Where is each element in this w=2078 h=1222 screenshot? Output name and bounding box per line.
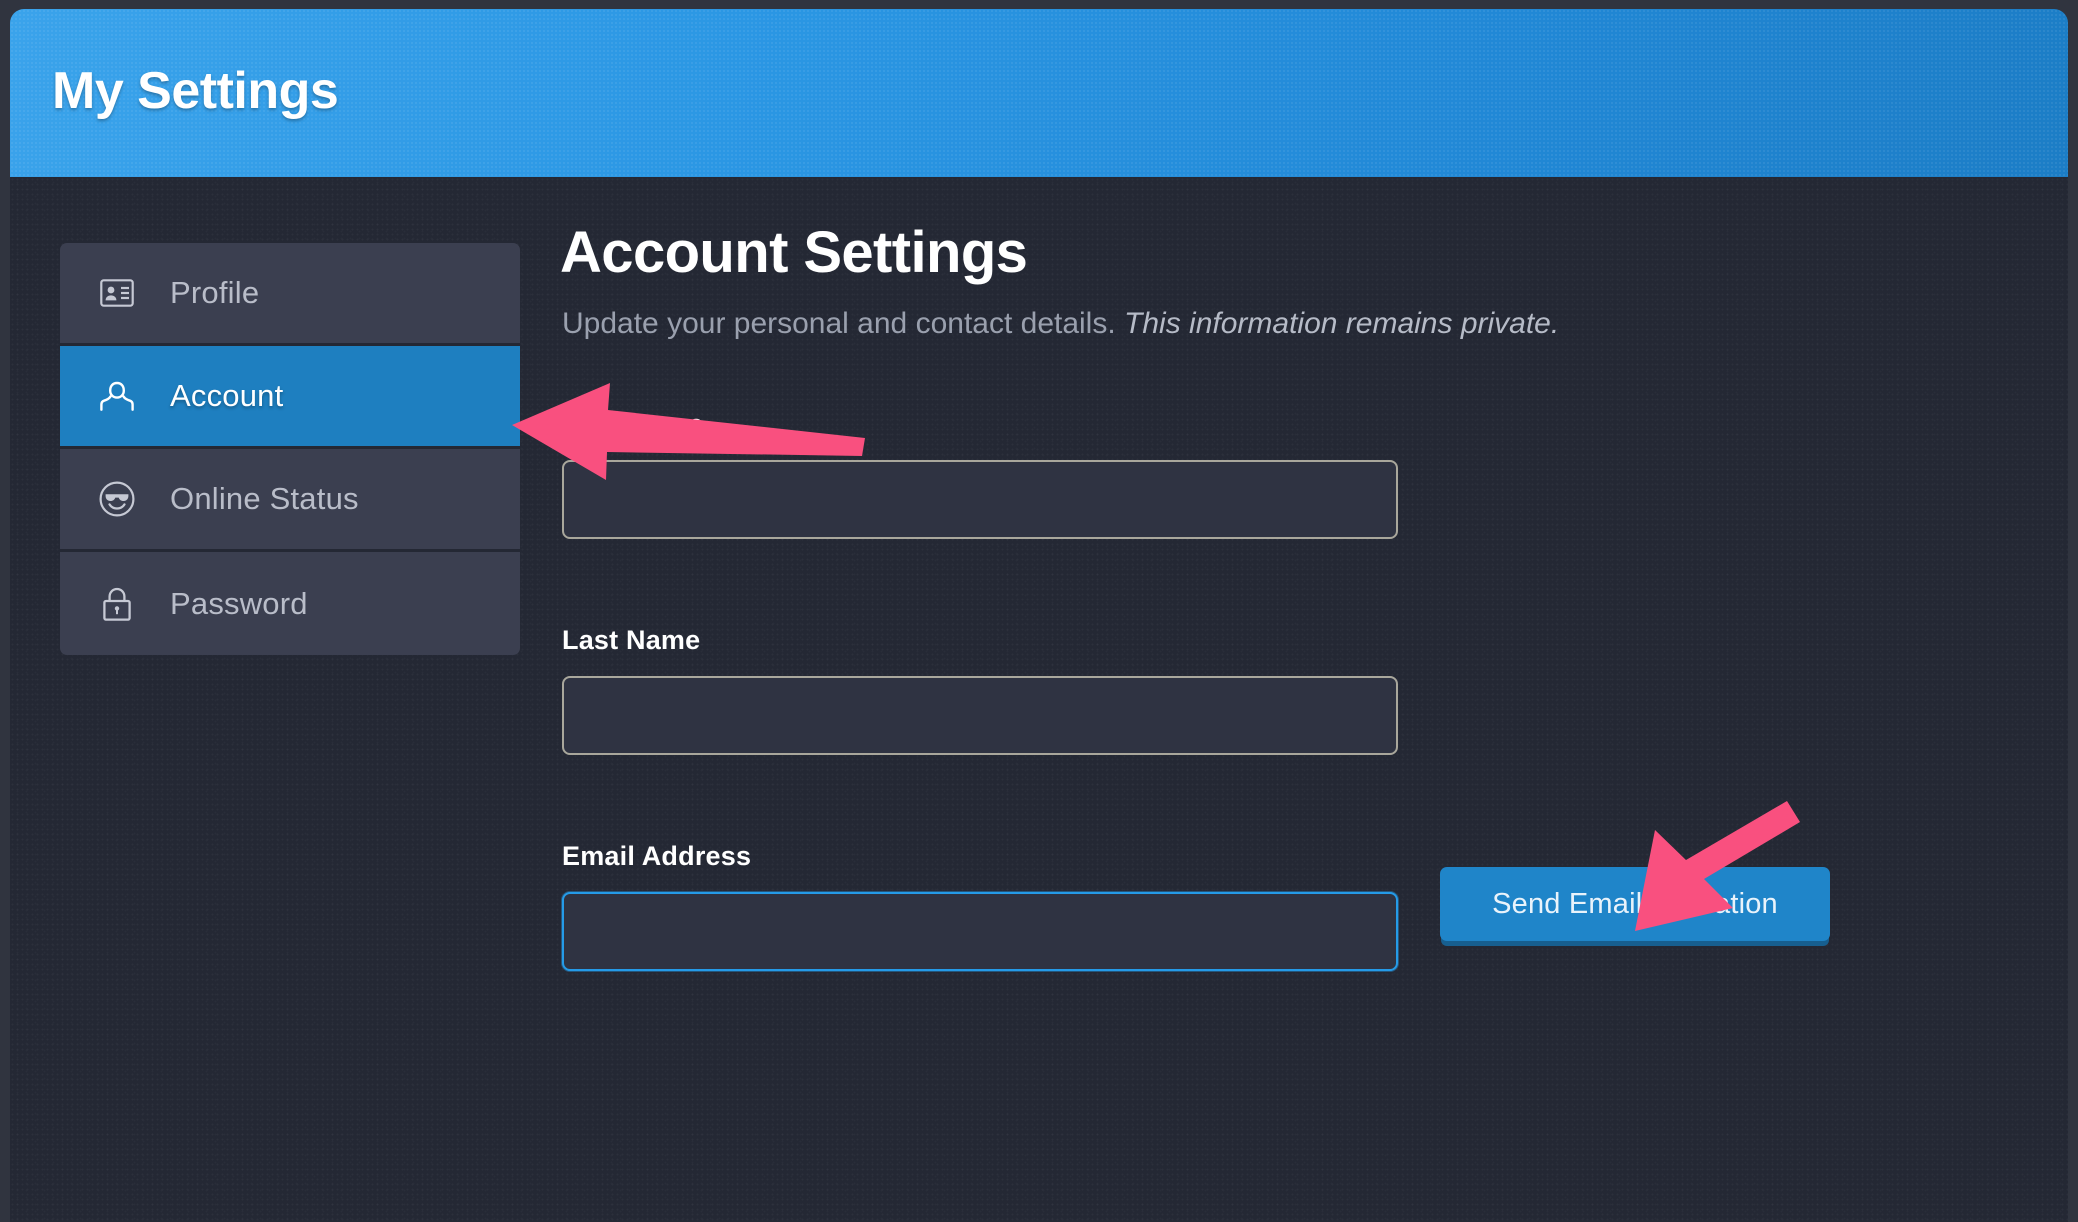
sidebar-item-label: Profile [170, 275, 259, 311]
sidebar-item-online-status[interactable]: Online Status [60, 449, 520, 552]
last-name-field-group: Last Name [562, 625, 1398, 755]
sidebar-item-password[interactable]: Password [60, 552, 520, 655]
subtitle-italic: This information remains private. [1124, 307, 1559, 340]
settings-card: My Settings [10, 9, 2068, 1222]
email-address-field-group: Email Address [562, 841, 1398, 971]
page-title-my-settings: My Settings [52, 61, 338, 121]
account-settings-heading: Account Settings [560, 219, 1027, 286]
email-address-label: Email Address [562, 841, 1398, 872]
account-settings-subtitle: Update your personal and contact details… [562, 307, 1559, 341]
send-email-validation-button[interactable]: Send Email Validation [1440, 867, 1830, 941]
account-settings-panel: Account Settings Update your personal an… [560, 177, 2068, 1222]
user-icon [96, 375, 138, 417]
id-card-icon [96, 272, 138, 314]
email-address-input[interactable] [562, 892, 1398, 971]
sidebar-item-account[interactable]: Account [60, 346, 520, 449]
sidebar-item-label: Password [170, 586, 308, 622]
settings-sidebar: Profile Account [60, 243, 520, 655]
settings-page: My Settings [0, 0, 2078, 1222]
first-name-field-group: First Name [562, 409, 1398, 539]
subtitle-plain: Update your personal and contact details… [562, 307, 1124, 340]
sunglasses-smiley-icon [96, 478, 138, 520]
sidebar-item-profile[interactable]: Profile [60, 243, 520, 346]
settings-body: Profile Account [10, 177, 2068, 1222]
page-header: My Settings [10, 9, 2068, 177]
first-name-label: First Name [562, 409, 1398, 440]
lock-icon [96, 583, 138, 625]
sidebar-item-label: Online Status [170, 481, 359, 517]
last-name-label: Last Name [562, 625, 1398, 656]
first-name-input[interactable] [562, 460, 1398, 539]
sidebar-item-label: Account [170, 378, 283, 414]
last-name-input[interactable] [562, 676, 1398, 755]
